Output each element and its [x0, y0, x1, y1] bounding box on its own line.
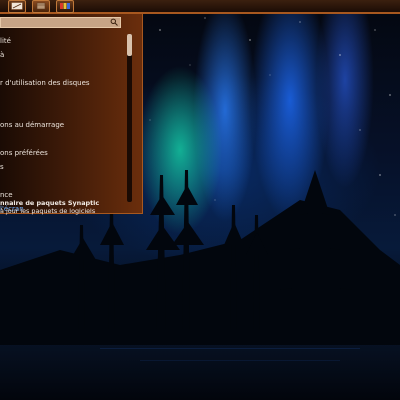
application-menu: lité à r d'utilisation des disques ons a…: [0, 14, 143, 214]
menu-item[interactable]: lité: [0, 34, 124, 48]
color-palette-icon: [60, 3, 70, 9]
menu-item[interactable]: s: [0, 160, 124, 174]
menu-item[interactable]: [0, 62, 124, 76]
menu-item[interactable]: [0, 90, 124, 104]
search-input[interactable]: [0, 17, 121, 28]
search-icon[interactable]: [110, 18, 118, 26]
menu-scrollbar[interactable]: [127, 34, 132, 202]
launcher-text-editor[interactable]: [8, 0, 26, 13]
menu-item[interactable]: à: [0, 48, 124, 62]
menu-item[interactable]: r d'utilisation des disques: [0, 76, 124, 90]
menu-item[interactable]: [0, 104, 124, 118]
notification-subtitle: à jour les paquets de logiciels: [0, 207, 96, 215]
launcher-appearance[interactable]: [56, 0, 74, 13]
menu-item-list: lité à r d'utilisation des disques ons a…: [0, 34, 124, 213]
menu-item[interactable]: [0, 174, 124, 188]
menu-item[interactable]: [0, 132, 124, 146]
launcher-package-manager[interactable]: [32, 0, 50, 13]
menu-item[interactable]: ons au démarrage: [0, 118, 124, 132]
notification-title: nnaire de paquets Synaptic: [0, 199, 100, 207]
scroll-thumb[interactable]: [127, 34, 132, 56]
menu-item[interactable]: ons préférées: [0, 146, 124, 160]
top-panel: [0, 0, 400, 14]
text-editor-icon: [11, 2, 23, 10]
package-icon: [36, 2, 46, 10]
synaptic-notification[interactable]: nnaire de paquets Synaptic à jour les pa…: [0, 199, 130, 215]
